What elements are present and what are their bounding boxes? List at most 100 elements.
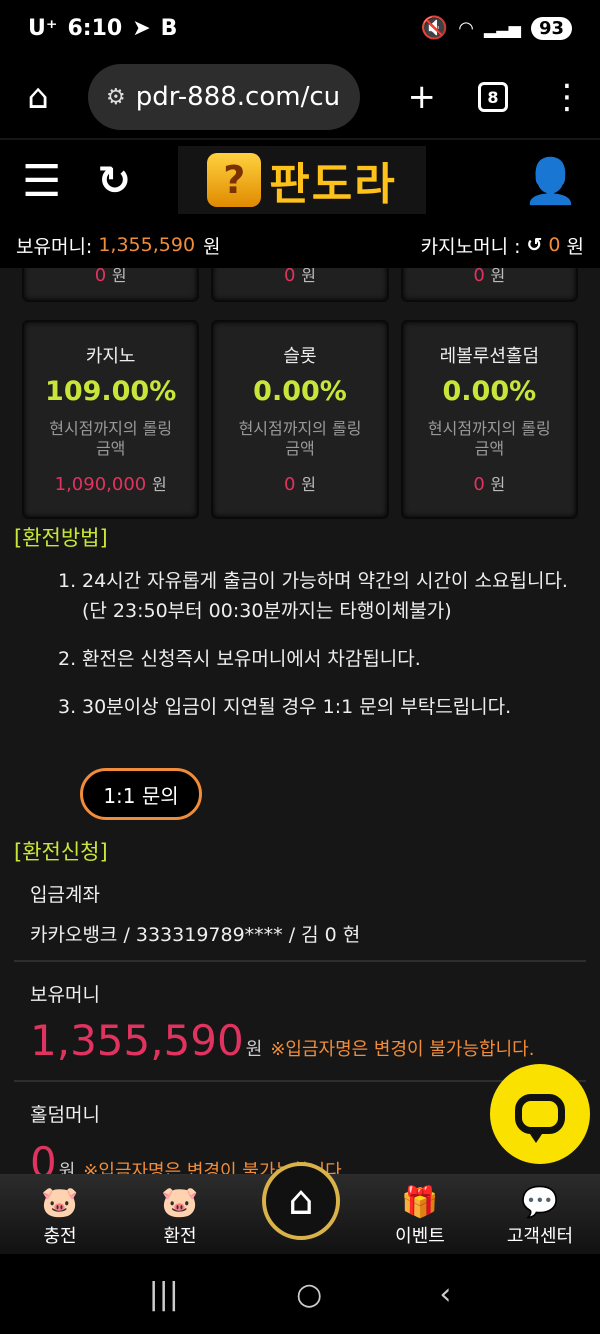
refresh-icon[interactable]: ↻: [97, 158, 131, 204]
card-desc: 금액: [474, 439, 505, 458]
chat-button[interactable]: [490, 1064, 590, 1164]
casino-rolling-card: 카지노 109.00% 현시점까지의 롤링 금액 1,090,000 원: [22, 320, 200, 519]
page-content: 0 원 0 원 0 원 카지노 109.00% 현시점까지의 롤링 금액 1,09…: [0, 268, 600, 1174]
new-tab-icon[interactable]: +: [408, 77, 437, 117]
step-text: 환전은 신청즉시 보유머니에서 차감됩니다.: [82, 648, 421, 670]
card-unit: 원: [301, 268, 316, 285]
status-bar: U⁺ 6:10 ➤ B 🔇 ◠ ▂▃▅ 93: [0, 0, 600, 56]
wifi-icon: ◠: [458, 17, 475, 39]
more-menu-icon[interactable]: ⋮: [550, 77, 584, 117]
divider: [14, 960, 586, 962]
slot-rolling-card: 슬롯 0.00% 현시점까지의 롤링 금액 0 원: [211, 320, 389, 519]
nav-support-label: 고객센터: [506, 1226, 574, 1247]
hold-money-amount-unit: 원: [245, 1039, 263, 1060]
card-title: 레볼루션홀덤: [439, 346, 539, 367]
card-unit: 원: [301, 475, 316, 494]
card-amount: 1,090,000: [54, 474, 147, 495]
step-text: 24시간 자유롭게 출금이 가능하며 약간의 시간이 소요됩니다.: [82, 570, 568, 592]
rolling-card: 0 원: [211, 268, 389, 302]
card-amount: 0: [473, 268, 485, 286]
nav-support[interactable]: 💬 고객센터: [480, 1185, 600, 1248]
rolling-card: 0 원: [400, 268, 578, 302]
hold-money-value: 1,355,590: [98, 234, 196, 256]
site-settings-icon[interactable]: ⚙: [106, 85, 126, 110]
hold-money-unit: 원: [203, 235, 221, 258]
nav-exchange[interactable]: 🐷 환전: [120, 1185, 240, 1248]
hamburger-menu-icon[interactable]: ☰: [22, 156, 61, 207]
battery-badge: 93: [530, 16, 572, 40]
card-desc: 현시점까지의 롤링: [238, 419, 362, 438]
card-unit: 원: [490, 475, 506, 494]
card-unit: 원: [151, 475, 167, 494]
card-desc: 금액: [95, 439, 126, 458]
clock: 6:10: [67, 15, 123, 41]
casino-money-label: 카지노머니 :: [420, 235, 521, 258]
card-amount: 0: [284, 268, 296, 286]
card-amount: 0: [284, 474, 296, 495]
top-cards-row: 0 원 0 원 0 원: [22, 268, 578, 302]
card-rate: 109.00%: [45, 376, 177, 407]
nav-charge-label: 충전: [43, 1226, 77, 1247]
step-number: 1.: [58, 570, 77, 592]
system-nav-bar: ||| ○ ‹: [0, 1254, 600, 1334]
account-label: 입금계좌: [30, 884, 100, 906]
logo-badge-icon: ?: [207, 153, 262, 207]
url-text: pdr-888.com/cu: [135, 82, 341, 112]
step-subtext: (단 23:50부터 00:30분까지는 타행이체불가): [82, 600, 452, 622]
user-icon[interactable]: 👤: [523, 155, 578, 207]
method-step: 3. 30분이상 입금이 지연될 경우 1:1 문의 부탁드립니다.: [58, 692, 578, 722]
holdem-money-amount: 0: [30, 1138, 57, 1174]
card-desc: 현시점까지의 롤링: [49, 419, 173, 438]
card-desc: 현시점까지의 롤링: [427, 419, 551, 438]
back-icon[interactable]: ‹: [439, 1277, 451, 1312]
b-app-icon: B: [160, 15, 178, 41]
site-logo[interactable]: ? 판도라: [178, 146, 426, 214]
step-number: 3.: [58, 696, 77, 718]
money-bar: 보유머니: 1,355,590 원 카지노머니 : ↺ 0 원: [0, 222, 600, 268]
hold-money-display: 1,355,590 원 ※입금자명은 변경이 불가능합니다.: [30, 1016, 534, 1065]
hold-money-field-label: 보유머니: [30, 984, 100, 1006]
method-step: 2. 환전은 신청즉시 보유머니에서 차감됩니다.: [58, 644, 578, 674]
logo-text: 판도라: [269, 159, 397, 210]
site-header: ☰ ↻ ? 판도라 👤: [0, 140, 600, 222]
casino-money-value: 0: [548, 234, 561, 256]
recent-apps-icon[interactable]: |||: [149, 1277, 179, 1312]
home-button[interactable]: ⌂: [262, 1162, 340, 1240]
hold-money-label: 보유머니:: [16, 235, 93, 258]
nav-event[interactable]: 🎁 이벤트: [360, 1185, 480, 1248]
address-bar[interactable]: ⚙ pdr-888.com/cu: [88, 64, 360, 130]
holdem-money-unit: 원: [58, 1161, 76, 1174]
card-amount: 0: [473, 474, 485, 495]
house-icon: ⌂: [288, 1178, 314, 1224]
account-value: 카카오뱅크 / 333319789**** / 김 0 현: [30, 924, 361, 946]
piggy-minus-icon: 🐷: [161, 1185, 199, 1220]
inquiry-button[interactable]: 1:1 문의: [80, 768, 202, 820]
rolling-card: 0 원: [22, 268, 200, 302]
card-unit: 원: [490, 268, 506, 285]
step-number: 2.: [58, 648, 77, 670]
card-title: 슬롯: [283, 346, 317, 367]
nav-charge[interactable]: 🐷 충전: [0, 1185, 120, 1248]
holdem-money-label: 홀덤머니: [30, 1104, 100, 1126]
support-chat-icon: 💬: [521, 1185, 559, 1220]
nav-exchange-label: 환전: [163, 1226, 197, 1247]
casino-money-unit: 원: [566, 235, 584, 258]
card-title: 카지노: [85, 346, 136, 367]
method-steps: 1. 24시간 자유롭게 출금이 가능하며 약간의 시간이 소요됩니다. (단 2…: [58, 566, 578, 740]
casino-refresh-icon[interactable]: ↺: [527, 234, 543, 256]
mute-icon: 🔇: [420, 15, 449, 41]
method-section-title: [환전방법]: [14, 526, 108, 550]
hold-money-amount: 1,355,590: [30, 1016, 244, 1065]
chat-bubble-icon: [515, 1094, 565, 1143]
card-unit: 원: [111, 268, 127, 285]
holdem-rolling-card: 레볼루션홀덤 0.00% 현시점까지의 롤링 금액 0 원: [400, 320, 578, 519]
name-change-note: ※입금자명은 변경이 불가능합니다.: [270, 1039, 535, 1060]
tab-switcher-button[interactable]: 8: [478, 82, 508, 112]
step-text: 30분이상 입금이 지연될 경우 1:1 문의 부탁드립니다.: [82, 696, 512, 718]
carrier-label: U⁺: [28, 15, 58, 41]
telegram-icon: ➤: [132, 15, 151, 41]
home-icon[interactable]: ⌂: [16, 77, 60, 117]
method-step: 1. 24시간 자유롭게 출금이 가능하며 약간의 시간이 소요됩니다. (단 2…: [58, 566, 578, 626]
card-desc: 금액: [285, 439, 315, 458]
system-home-icon[interactable]: ○: [296, 1277, 322, 1312]
